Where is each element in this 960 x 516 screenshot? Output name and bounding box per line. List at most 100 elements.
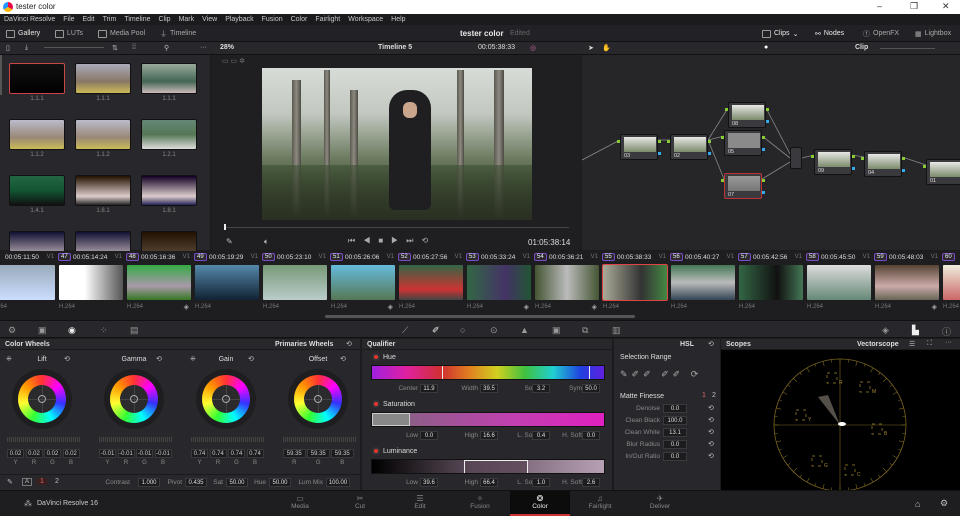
gallery-still[interactable] [141, 175, 197, 206]
timeline-clip[interactable]: 60H.264 [941, 251, 960, 313]
color-match-icon[interactable]: ▣ [38, 325, 47, 336]
wheel-value-field[interactable]: 59.35 [307, 449, 330, 458]
hand-icon[interactable]: ✋ [602, 44, 611, 52]
wheel-value-field[interactable]: 0.74 [247, 449, 264, 458]
blur-icon[interactable]: ▲ [520, 325, 529, 335]
low-field[interactable]: 0.0 [420, 431, 438, 440]
auto-icon[interactable]: A [22, 478, 32, 486]
media-pool-button[interactable]: Media Pool [98, 28, 145, 39]
timeline-clip[interactable]: 5000:05:23:10V1H.264 [261, 251, 329, 313]
wheel-puck[interactable] [38, 395, 46, 403]
node-input-icon[interactable] [725, 108, 728, 111]
saturation-range-handle[interactable] [372, 413, 410, 426]
matte-field[interactable]: 100.0 [663, 416, 687, 425]
clips-button[interactable]: Clips⌄ [762, 28, 798, 39]
wheel-puck[interactable] [130, 395, 138, 403]
color-node[interactable]: 01 [926, 159, 960, 185]
timeline-clip[interactable]: 5700:05:42:56V1H.264 [737, 251, 805, 313]
expand-icon[interactable]: ⛶ [927, 340, 932, 348]
node-output-icon[interactable] [658, 140, 661, 143]
picker-tools[interactable]: ✎✐✐ ✐✐ ⟳ [620, 369, 702, 380]
wheel-value-field[interactable]: 59.35 [331, 449, 354, 458]
clip-thumbnail[interactable] [195, 265, 259, 300]
hue-range-bar[interactable] [371, 365, 605, 380]
wheel-puck[interactable] [314, 395, 322, 403]
hsoft-field[interactable]: 0.0 [582, 431, 600, 440]
low-field[interactable]: 39.6 [420, 478, 438, 487]
timeline-clip[interactable]: 4900:05:19:29V1H.264 [193, 251, 261, 313]
reset-icon[interactable]: ⟲ [708, 428, 714, 436]
matte-field[interactable]: 0.0 [663, 452, 687, 461]
saturation-range-bar[interactable] [371, 412, 605, 427]
menu-mark[interactable]: Mark [179, 16, 195, 23]
gallery-still[interactable] [9, 175, 65, 206]
page-tab-cut[interactable]: ✂Cut [330, 491, 390, 516]
gallery-still[interactable] [75, 175, 131, 206]
scope-settings-icon[interactable]: ☰ [909, 340, 915, 348]
close-icon[interactable]: ✕ [942, 1, 950, 12]
wheel-value-field[interactable]: 0.74 [228, 449, 245, 458]
menu-davinci-resolve[interactable]: DaVinci Resolve [4, 16, 55, 23]
master-wheel-slider[interactable] [99, 437, 173, 442]
clip-thumbnail[interactable] [263, 265, 327, 300]
sizing-icon[interactable]: ⧉ [582, 325, 588, 336]
viewer-timecode[interactable]: 00:05:38:33 [478, 44, 515, 51]
color-node[interactable]: 05 [724, 130, 762, 156]
color-picker-icon[interactable]: ◎ [530, 44, 536, 52]
openfx-button[interactable]: ⓕOpenFX [863, 28, 899, 39]
clip-thumbnail[interactable] [331, 265, 395, 300]
node-input-icon[interactable] [811, 155, 814, 158]
lightbox-button[interactable]: ▦Lightbox [915, 28, 951, 39]
gallery-still[interactable] [9, 63, 65, 94]
master-wheel-slider[interactable] [191, 437, 265, 442]
tracker-icon[interactable]: ⊙ [490, 325, 498, 336]
wheel-value-field[interactable]: 0.02 [7, 449, 24, 458]
reset-icon[interactable]: ⟲ [708, 440, 714, 448]
clip-thumbnail[interactable] [875, 265, 939, 300]
color-node[interactable]: 07 [724, 173, 762, 199]
wheel-value-field[interactable]: 0.74 [210, 449, 227, 458]
color-node[interactable]: 08 [728, 102, 766, 128]
home-icon[interactable]: ⌂ [915, 499, 920, 509]
wheel-value-field[interactable]: -0.01 [118, 449, 135, 458]
hue-toggle[interactable]: Hue [374, 354, 396, 361]
timeline-clip[interactable]: 5100:05:26:06V1H.264◈ [329, 251, 397, 313]
timeline-clip[interactable]: 5400:05:36:21V1H.264◈ [533, 251, 601, 313]
info-icon[interactable]: ⓘ [942, 325, 951, 338]
timeline-button[interactable]: ⏚Timeline [160, 28, 196, 39]
menu-clip[interactable]: Clip [159, 16, 171, 23]
qualifier-icon[interactable]: ✐ [432, 325, 440, 336]
center-field[interactable]: 11.9 [420, 384, 438, 393]
menu-timeline[interactable]: Timeline [124, 16, 150, 23]
page-tab-deliver[interactable]: ✈Deliver [630, 491, 690, 516]
key-icon[interactable]: ▣ [552, 325, 561, 336]
nodes-button[interactable]: ⚯Nodes [815, 28, 844, 39]
timeline-scrollbar[interactable] [325, 315, 635, 318]
eyedropper-icon[interactable]: ✎ [226, 237, 233, 246]
reset-icon[interactable]: ⟲ [708, 452, 714, 460]
matte-field[interactable]: 0.0 [663, 440, 687, 449]
zoom-dropdown[interactable]: 28% [220, 44, 234, 51]
transport-controls[interactable]: ⏮◀■▶⏭⟲ [348, 236, 436, 246]
soft-field[interactable]: 3.2 [532, 384, 550, 393]
reset-icon[interactable]: ⟲ [708, 416, 714, 424]
page-tab-color[interactable]: ❂Color [510, 491, 570, 516]
contrast-field[interactable]: 1.000 [138, 478, 160, 487]
sidebar-toggle-icon[interactable]: ▯ [6, 44, 10, 52]
timeline-clip[interactable]: 5200:05:27:56V1H.264 [397, 251, 465, 313]
clip-thumbnail[interactable] [127, 265, 191, 300]
color-wheel-gamma[interactable] [104, 369, 164, 429]
more-icon[interactable]: ··· [945, 339, 952, 346]
wheel-value-field[interactable]: 0.02 [63, 449, 80, 458]
master-wheel-slider[interactable] [7, 437, 81, 442]
node-key-output-icon[interactable] [708, 152, 711, 155]
hsl-mode-label[interactable]: HSL [680, 341, 694, 348]
node-key-output-icon[interactable] [852, 167, 855, 170]
menu-playback[interactable]: Playback [225, 16, 253, 23]
reset-icon[interactable]: ⟲ [156, 355, 162, 363]
reset-icon[interactable]: ⟲ [346, 340, 352, 348]
view-mode-icon[interactable]: ▭ ▭ ✲ [222, 57, 245, 65]
luts-button[interactable]: LUTs [55, 28, 83, 39]
color-wheel-lift[interactable] [12, 369, 72, 429]
node-output-icon[interactable] [708, 140, 711, 143]
